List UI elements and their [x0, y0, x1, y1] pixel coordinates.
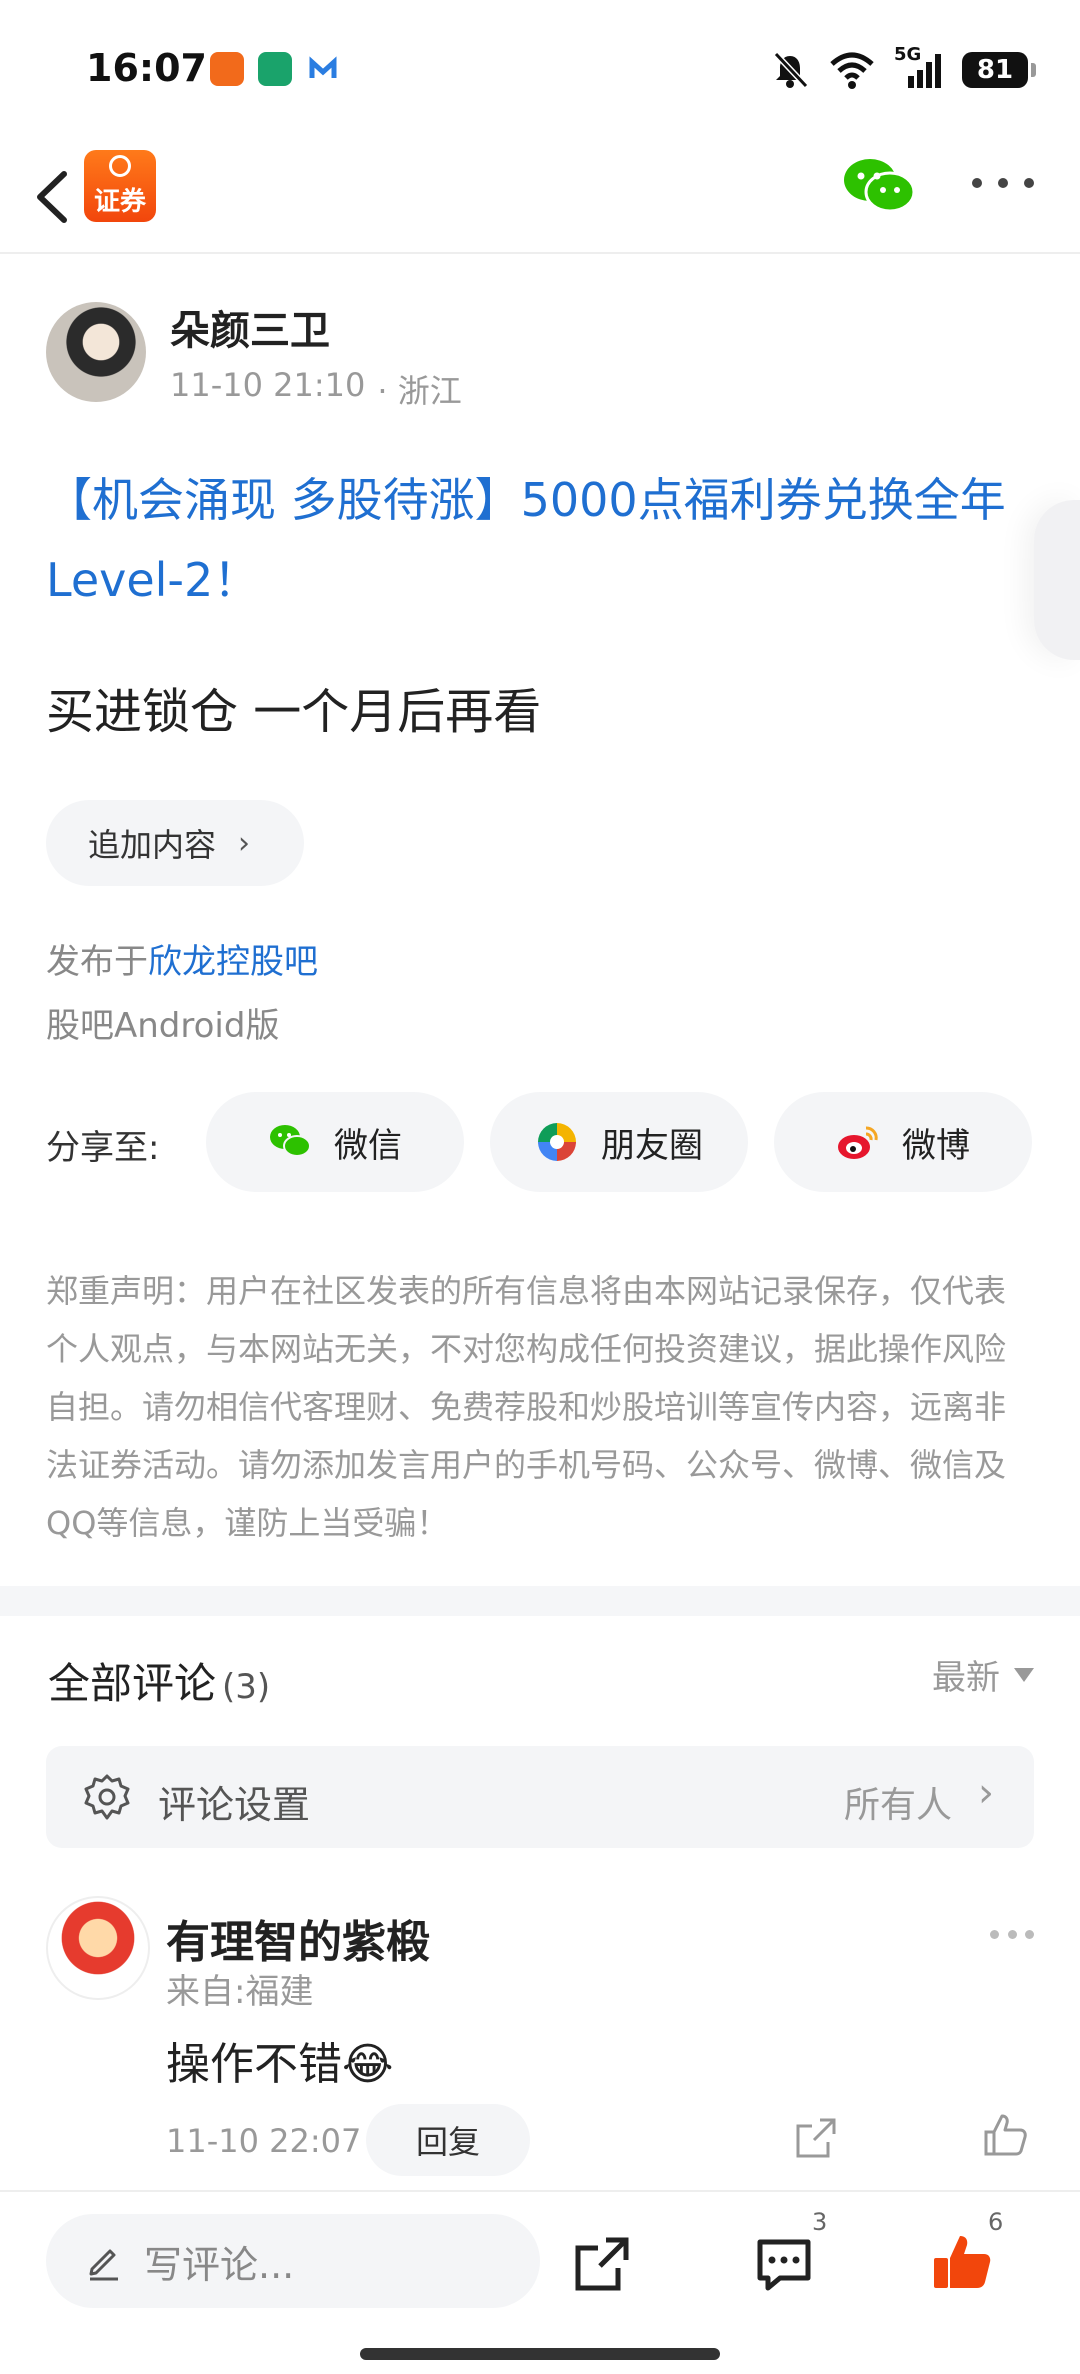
- comment-time: 11-10 22:07: [166, 2122, 362, 2160]
- cellular-signal-icon: 5G: [894, 44, 944, 90]
- logo-text: 证券: [93, 186, 146, 217]
- commenter-location: 来自:福建: [166, 1972, 314, 2012]
- stock-bar-link[interactable]: 欣龙控股吧: [148, 942, 318, 982]
- weibo-icon: [838, 1126, 878, 1159]
- share-moments-label: 朋友圈: [601, 1125, 703, 1166]
- home-indicator[interactable]: [360, 2348, 720, 2360]
- bottom-action-bar: 写评论... 3 6: [0, 2190, 1080, 2374]
- append-content-label: 追加内容: [88, 826, 217, 864]
- author-avatar[interactable]: [46, 302, 146, 402]
- mail-app-icon: [306, 52, 340, 86]
- share-moments-button[interactable]: 朋友圈: [490, 1092, 748, 1192]
- more-options-icon[interactable]: [972, 178, 1034, 194]
- section-divider: [0, 1586, 1080, 1616]
- published-prefix: 发布于: [46, 942, 148, 982]
- gear-icon: [84, 1774, 130, 1820]
- nav-bar: 证券: [0, 140, 1080, 254]
- post-title[interactable]: 【机会涌现 多股待涨】5000点福利券兑换全年Level-2！: [46, 460, 1036, 620]
- write-comment-placeholder: 写评论...: [144, 2242, 295, 2287]
- like-count-badge: 6: [988, 2208, 1004, 2236]
- commenter-avatar[interactable]: [46, 1896, 150, 2000]
- post-body: 买进锁仓 一个月后再看: [46, 684, 542, 740]
- post-platform: 股吧Android版: [46, 1006, 280, 1046]
- share-row: 分享至: 微信 朋友圈 微博: [46, 1092, 1036, 1192]
- wechat-icon: [270, 1125, 311, 1157]
- append-content-button[interactable]: 追加内容 ›: [46, 800, 304, 886]
- share-wechat-label: 微信: [334, 1125, 402, 1166]
- comments-title: 全部评论: [48, 1659, 217, 1708]
- comment-more-icon[interactable]: [990, 1930, 1034, 1940]
- comment-text: 操作不错😂: [166, 2039, 394, 2090]
- author-name[interactable]: 朵颜三卫: [170, 298, 330, 356]
- reply-button[interactable]: 回复: [366, 2104, 530, 2176]
- published-in: 发布于欣龙控股吧: [46, 934, 318, 983]
- sort-label: 最新: [932, 1658, 1000, 1698]
- status-bar: 16:07 5G 81: [0, 0, 1080, 140]
- comment-item: 有理智的紫椴 来自:福建 操作不错😂 11-10 22:07 回复: [0, 1896, 1080, 2186]
- wechat-icon[interactable]: [842, 156, 916, 216]
- share-label: 分享至:: [46, 1128, 160, 1168]
- share-weibo-button[interactable]: 微博: [774, 1092, 1032, 1192]
- comment-count-badge: 3: [812, 2208, 828, 2236]
- securities-logo[interactable]: 证券: [84, 150, 156, 222]
- thumbs-up-filled-icon[interactable]: [930, 2230, 994, 2294]
- post-datetime: 11-10 21:10: [170, 366, 366, 404]
- comment-bubble-icon[interactable]: [752, 2232, 816, 2296]
- share-wechat-button[interactable]: 微信: [206, 1092, 464, 1192]
- comment-settings-label: 评论设置: [158, 1783, 311, 1827]
- comments-count: (3): [222, 1667, 271, 1707]
- share-weibo-label: 微博: [902, 1125, 970, 1166]
- triangle-down-icon: [1014, 1667, 1034, 1682]
- securities-app-icon: [210, 52, 244, 86]
- chevron-right-icon: ›: [978, 1770, 994, 1816]
- comment-settings-row[interactable]: 评论设置 所有人 ›: [46, 1746, 1034, 1848]
- commenter-name[interactable]: 有理智的紫椴: [166, 1906, 430, 1970]
- pencil-icon: [89, 2249, 118, 2281]
- share-icon[interactable]: [570, 2232, 634, 2296]
- chevron-right-icon: ›: [238, 825, 251, 861]
- home-app-icon: [258, 52, 292, 86]
- write-comment-input[interactable]: 写评论...: [46, 2214, 540, 2308]
- moments-icon: [538, 1123, 576, 1161]
- comments-header: 全部评论 (3): [48, 1650, 270, 1711]
- share-icon[interactable]: [792, 2114, 840, 2162]
- post-location: · 浙江: [377, 372, 462, 410]
- thumbs-up-icon[interactable]: [980, 2110, 1030, 2160]
- comment-settings-value: 所有人: [843, 1785, 952, 1826]
- status-time: 16:07: [86, 46, 207, 90]
- disclaimer-text: 郑重声明：用户在社区发表的所有信息将由本网站记录保存，仅代表个人观点，与本网站无…: [46, 1272, 1007, 1542]
- wifi-icon: [830, 52, 874, 89]
- floating-edge-tab[interactable]: [1034, 500, 1080, 660]
- back-arrow-icon[interactable]: [26, 162, 86, 232]
- author-meta: 11-10 21:10 · 浙江: [170, 366, 462, 412]
- battery-indicator: 81: [962, 52, 1036, 88]
- mute-icon: [773, 51, 809, 89]
- sort-dropdown[interactable]: 最新: [932, 1650, 1034, 1699]
